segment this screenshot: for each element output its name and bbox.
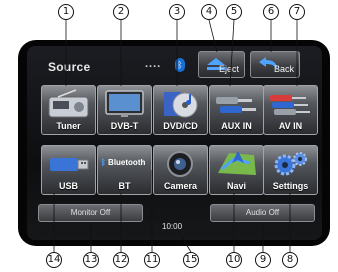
- callout-5: 5: [226, 4, 242, 20]
- callout-layer: 1 2 3 4 5 6 7 14 13 12 11 15 10 9 8: [0, 0, 338, 272]
- callout-8: 8: [282, 252, 298, 268]
- callout-9: 9: [255, 252, 271, 268]
- callout-6: 6: [263, 4, 279, 20]
- callout-10: 10: [226, 252, 242, 268]
- callout-11: 11: [144, 252, 160, 268]
- callout-14: 14: [46, 252, 62, 268]
- callout-1: 1: [58, 4, 74, 20]
- callout-3: 3: [169, 4, 185, 20]
- callout-7: 7: [289, 4, 305, 20]
- callout-12: 12: [113, 252, 129, 268]
- callout-15: 15: [183, 252, 199, 268]
- callout-4: 4: [201, 4, 217, 20]
- callout-2: 2: [113, 4, 129, 20]
- callout-13: 13: [83, 252, 99, 268]
